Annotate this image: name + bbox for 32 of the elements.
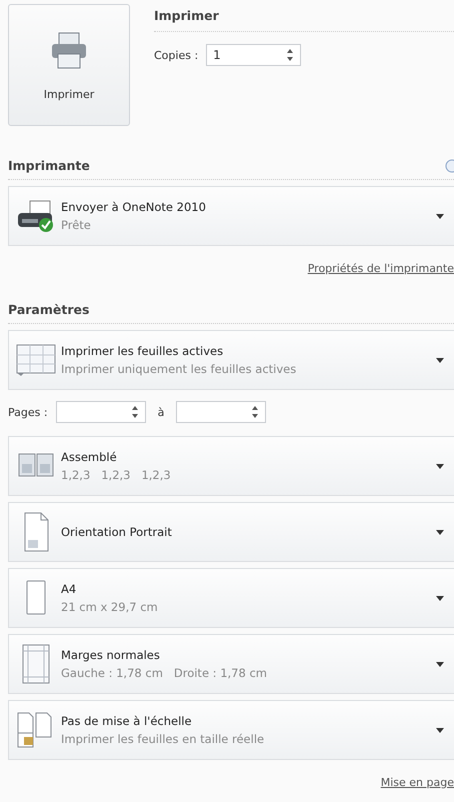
printer-properties-link[interactable]: Propriétés de l'imprimante xyxy=(308,262,454,274)
settings-dropdown[interactable]: Marges normales Gauche : 1,78 cm Droite : 1,78 cm xyxy=(8,634,454,694)
settings-dropdown[interactable]: Imprimer les feuilles actives Imprimer uniquement les feuilles actives xyxy=(8,330,454,390)
copies-field[interactable]: 1 xyxy=(206,44,302,66)
sheets-page-icon xyxy=(16,343,56,377)
dropdown-arrow-icon xyxy=(436,358,444,362)
settings-dropdown[interactable]: Pas de mise à l'échelle Imprimer les feuilles en taille réelle xyxy=(8,700,454,760)
dropdown-arrow-icon xyxy=(436,214,444,218)
page-to-field[interactable] xyxy=(176,401,266,423)
spin-arrows-icon xyxy=(130,405,139,419)
printer-icon xyxy=(49,30,89,70)
pages-label: Pages : xyxy=(8,406,48,418)
spin-arrows-icon xyxy=(286,48,294,62)
dropdown-arrow-icon xyxy=(436,530,444,534)
settings-dropdown[interactable]: A4 21 cm x 29,7 cm xyxy=(8,568,454,628)
settings-dropdown[interactable]: Assemblé 1,2,3 1,2,3 1,2,3 xyxy=(8,436,454,496)
printer-dropdown[interactable]: Envoyer à OneNote 2010 Prête xyxy=(8,186,454,246)
dropdown-arrow-icon xyxy=(436,728,444,732)
print-button[interactable]: Imprimer xyxy=(8,4,130,126)
dropdown-arrow-icon xyxy=(436,596,444,600)
page-setup-link[interactable]: Mise en page xyxy=(380,776,454,788)
settings-dropdown[interactable]: Orientation Portrait xyxy=(8,502,454,562)
section-title: Imprimante xyxy=(8,158,90,173)
page-from-field[interactable] xyxy=(56,401,146,423)
to-label: à xyxy=(158,406,164,418)
copies-label: Copies : xyxy=(154,48,198,62)
dropdown-arrow-icon xyxy=(436,464,444,468)
section-title: Paramètres xyxy=(8,302,90,317)
dropdown-arrow-icon xyxy=(436,662,444,666)
spin-arrows-icon xyxy=(251,405,260,419)
section-title: Imprimer xyxy=(154,4,454,32)
margins-page-icon xyxy=(20,644,52,684)
